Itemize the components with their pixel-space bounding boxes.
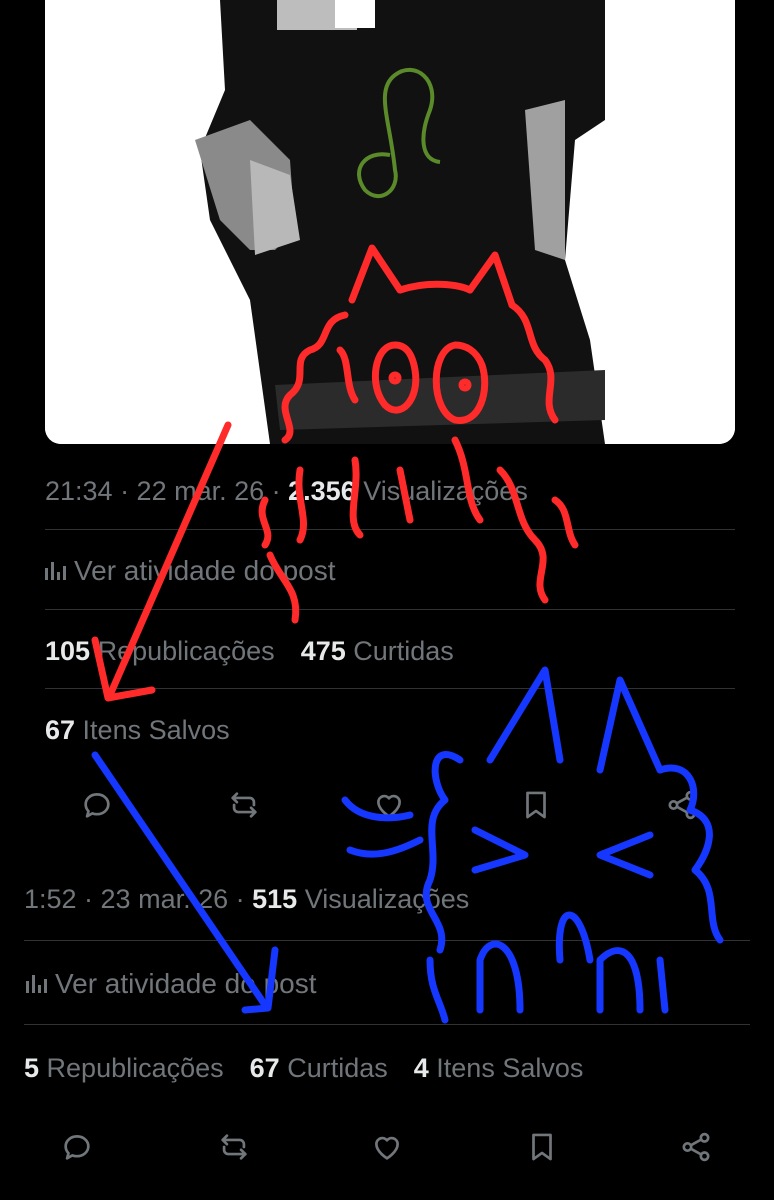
post1-bookmark-button[interactable] bbox=[516, 785, 556, 825]
post1-views-label: Visualizações bbox=[355, 476, 528, 506]
post1-saves-label: Itens Salvos bbox=[75, 715, 230, 745]
post2-stats-row: 5 Republicações 67 Curtidas 4 Itens Salv… bbox=[24, 1053, 583, 1084]
repost-icon bbox=[221, 1134, 247, 1160]
post1-timestamp: 21:34 · 22 mar. 26 · bbox=[45, 476, 289, 506]
analytics-icon bbox=[45, 562, 66, 580]
divider bbox=[24, 940, 750, 941]
post2-reposts-stat[interactable]: 5 Republicações bbox=[24, 1053, 224, 1084]
post1-likes-count: 475 bbox=[300, 636, 346, 666]
post1-views-count: 2.356 bbox=[288, 476, 356, 506]
post2-reply-button[interactable] bbox=[57, 1127, 97, 1167]
post2-reposts-label: Republicações bbox=[39, 1053, 224, 1083]
post1-repost-button[interactable] bbox=[224, 785, 264, 825]
repost-icon bbox=[231, 792, 257, 818]
post2-like-button[interactable] bbox=[367, 1127, 407, 1167]
post1-timestamp-line: 21:34 · 22 mar. 26 · 2.356 Visualizações bbox=[45, 476, 528, 507]
post2-repost-button[interactable] bbox=[214, 1127, 254, 1167]
post2-bookmark-button[interactable] bbox=[522, 1127, 562, 1167]
reply-icon bbox=[64, 1135, 90, 1160]
post1-reposts-stat[interactable]: 105 Republicações bbox=[45, 636, 275, 667]
post2-views-count: 515 bbox=[252, 884, 298, 914]
post2-share-button[interactable] bbox=[676, 1127, 716, 1167]
divider bbox=[45, 609, 735, 610]
post1-likes-stat[interactable]: 475 Curtidas bbox=[301, 636, 454, 667]
post1-activity-label: Ver atividade do post bbox=[74, 555, 336, 586]
post1-saves-count: 67 bbox=[45, 715, 76, 745]
post2-saves-stat[interactable]: 4 Itens Salvos bbox=[414, 1053, 584, 1084]
post2-likes-stat[interactable]: 67 Curtidas bbox=[250, 1053, 388, 1084]
post1-reposts-label: Republicações bbox=[90, 636, 275, 666]
post2-timestamp: 1:52 · 23 mar. 26 · bbox=[24, 884, 253, 914]
post2-reposts-count: 5 bbox=[24, 1053, 40, 1083]
analytics-icon bbox=[26, 975, 47, 993]
post1-stats-row: 105 Republicações 475 Curtidas bbox=[45, 636, 454, 667]
post2-activity-label: Ver atividade do post bbox=[55, 968, 317, 999]
post1-reply-button[interactable] bbox=[77, 785, 117, 825]
divider bbox=[45, 688, 735, 689]
like-icon bbox=[377, 794, 401, 818]
post2-views-label: Visualizações bbox=[297, 884, 470, 914]
divider bbox=[24, 1024, 750, 1025]
like-icon bbox=[375, 1136, 399, 1160]
share-icon bbox=[668, 790, 696, 820]
post2-action-bar bbox=[0, 1127, 774, 1177]
post1-likes-label: Curtidas bbox=[345, 636, 454, 666]
post2-timestamp-line: 1:52 · 23 mar. 26 · 515 Visualizações bbox=[24, 884, 469, 915]
post1-reposts-count: 105 bbox=[45, 636, 91, 666]
post2-likes-count: 67 bbox=[249, 1053, 280, 1083]
post2-saves-label: Itens Salvos bbox=[428, 1053, 584, 1083]
post2-view-activity-link[interactable]: Ver atividade do post bbox=[26, 968, 317, 1000]
share-icon bbox=[682, 1132, 710, 1162]
post-media-image[interactable] bbox=[45, 0, 735, 444]
bookmark-icon bbox=[526, 791, 546, 819]
post1-saves-row: 67 Itens Salvos bbox=[45, 715, 230, 746]
post1-action-bar bbox=[0, 785, 774, 835]
post2-likes-label: Curtidas bbox=[279, 1053, 388, 1083]
post2-saves-count: 4 bbox=[413, 1053, 429, 1083]
divider bbox=[45, 529, 735, 530]
bookmark-icon bbox=[532, 1133, 552, 1161]
post1-like-button[interactable] bbox=[369, 785, 409, 825]
post1-saves-stat[interactable]: 67 Itens Salvos bbox=[45, 715, 230, 746]
reply-icon bbox=[84, 793, 110, 818]
post1-view-activity-link[interactable]: Ver atividade do post bbox=[45, 555, 336, 587]
post1-share-button[interactable] bbox=[662, 785, 702, 825]
